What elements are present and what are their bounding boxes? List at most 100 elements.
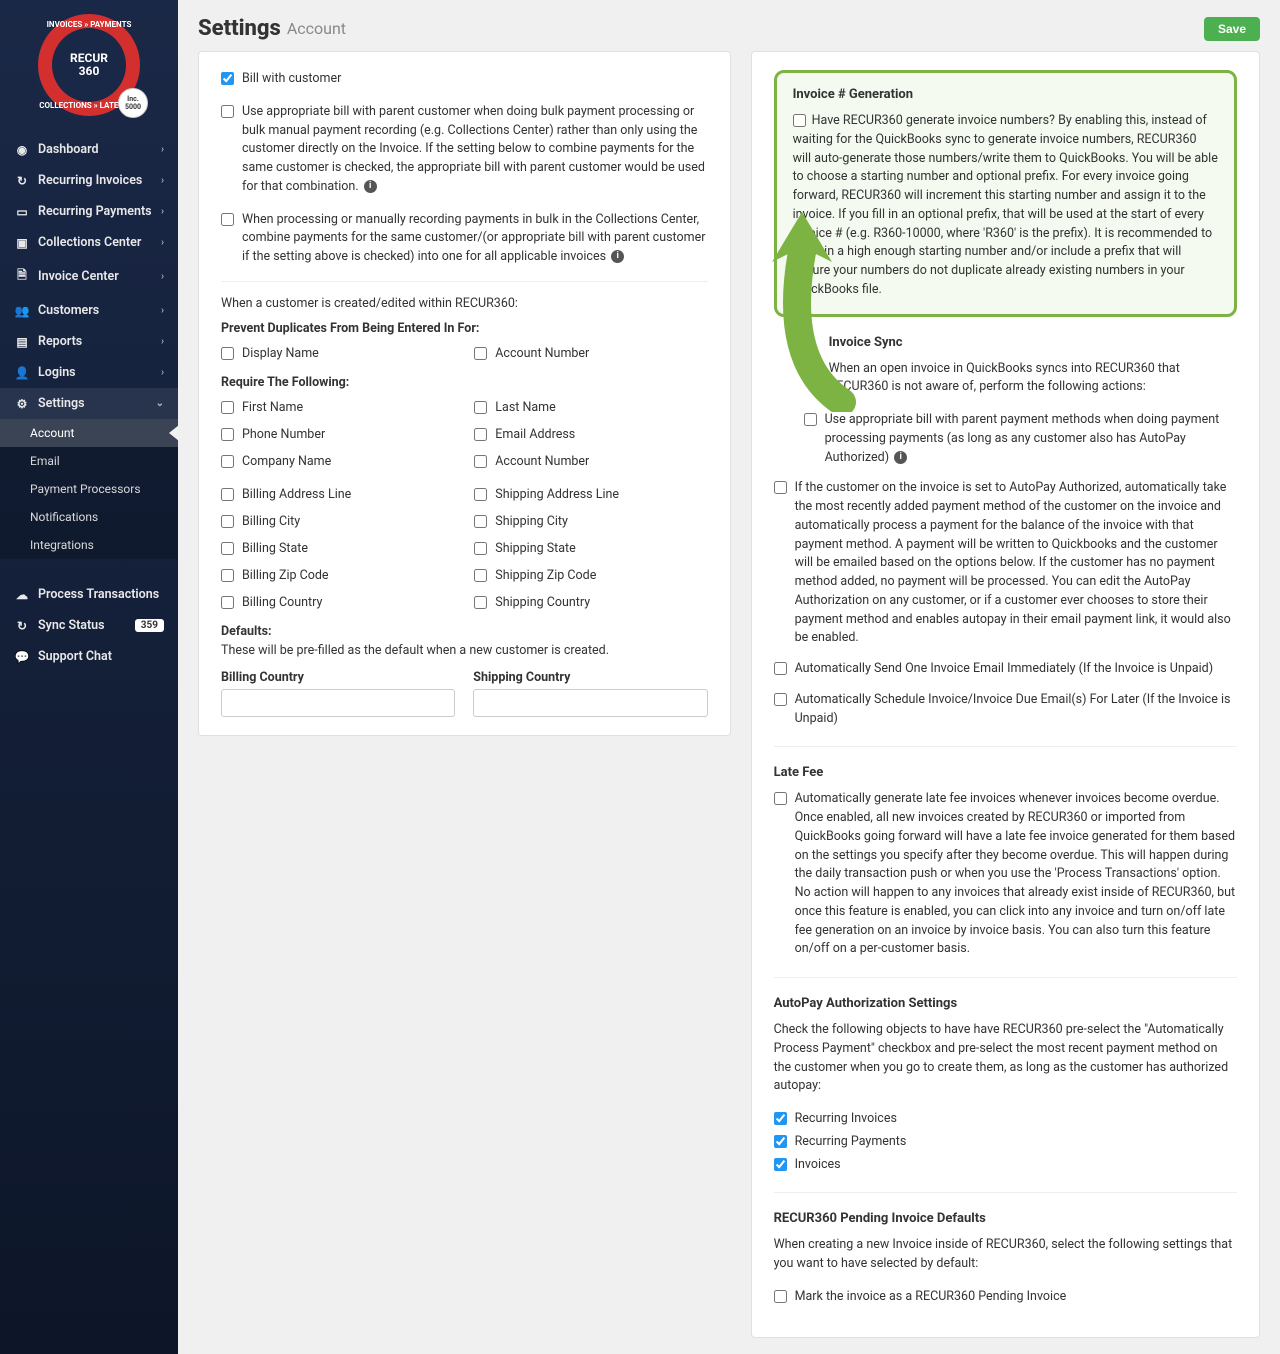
autopay-auto-process-label: If the customer on the invoice is set to… bbox=[795, 479, 1237, 648]
user-plus-icon: 👤 bbox=[14, 366, 30, 380]
req-billing-zip-checkbox[interactable] bbox=[221, 569, 234, 582]
page-subtitle: Account bbox=[287, 19, 346, 38]
req-billing-addr-checkbox[interactable] bbox=[221, 488, 234, 501]
nav-label: Sync Status bbox=[38, 618, 105, 633]
subnav-payment-processors[interactable]: Payment Processors bbox=[0, 475, 178, 503]
nav-customers[interactable]: 👥Customers› bbox=[0, 295, 178, 326]
shipping-country-label: Shipping Country bbox=[473, 670, 707, 685]
auto-schedule-email-checkbox[interactable] bbox=[774, 693, 787, 706]
req-account-number-label: Account Number bbox=[495, 454, 589, 469]
req-shipping-country-checkbox[interactable] bbox=[474, 596, 487, 609]
req-shipping-state-checkbox[interactable] bbox=[474, 542, 487, 555]
shipping-country-input[interactable] bbox=[473, 689, 707, 717]
req-billing-city-label: Billing City bbox=[242, 514, 300, 529]
combine-bulk-payments-checkbox[interactable] bbox=[221, 213, 234, 226]
use-parent-payment-label: Use appropriate bill with parent payment… bbox=[825, 411, 1237, 467]
req-first-name-checkbox[interactable] bbox=[221, 401, 234, 414]
req-account-number-checkbox[interactable] bbox=[474, 455, 487, 468]
dup-display-name-label: Display Name bbox=[242, 346, 319, 361]
nav-label: Recurring Payments bbox=[38, 204, 152, 219]
bill-with-customer-checkbox[interactable] bbox=[221, 72, 234, 85]
req-shipping-zip-checkbox[interactable] bbox=[474, 569, 487, 582]
chevron-right-icon: › bbox=[161, 271, 164, 282]
subnav-notifications[interactable]: Notifications bbox=[0, 503, 178, 531]
invoice-gen-checkbox[interactable] bbox=[793, 114, 806, 127]
req-billing-country-label: Billing Country bbox=[242, 595, 322, 610]
file-icon: 🗎 bbox=[14, 266, 30, 287]
nav-support-chat[interactable]: 💬 Support Chat bbox=[0, 641, 178, 672]
req-billing-zip-label: Billing Zip Code bbox=[242, 568, 329, 583]
use-appropriate-parent-checkbox[interactable] bbox=[221, 105, 234, 118]
billing-country-input[interactable] bbox=[221, 689, 455, 717]
subnav-account[interactable]: Account bbox=[0, 419, 178, 447]
req-shipping-addr-checkbox[interactable] bbox=[474, 488, 487, 501]
nav-label: Collections Center bbox=[38, 235, 141, 250]
pending-defaults-description: When creating a new Invoice inside of RE… bbox=[774, 1236, 1237, 1274]
subnav-email[interactable]: Email bbox=[0, 447, 178, 475]
nav-label: Customers bbox=[38, 303, 99, 318]
info-icon[interactable]: i bbox=[611, 250, 624, 263]
chat-icon: 💬 bbox=[14, 650, 30, 664]
chevron-down-icon: ⌄ bbox=[156, 398, 164, 409]
autopay-recurring-payments-checkbox[interactable] bbox=[774, 1135, 787, 1148]
nav-collections-center[interactable]: ▣Collections Center› bbox=[0, 227, 178, 258]
late-fee-checkbox[interactable] bbox=[774, 792, 787, 805]
autopay-recurring-invoices-checkbox[interactable] bbox=[774, 1112, 787, 1125]
autopay-invoices-checkbox[interactable] bbox=[774, 1158, 787, 1171]
nav-invoice-center[interactable]: 🗎 Invoice Center › bbox=[0, 258, 178, 295]
nav-sync-status[interactable]: ↻Sync Status359 bbox=[0, 610, 178, 641]
autopay-auto-process-checkbox[interactable] bbox=[774, 481, 787, 494]
defaults-heading: Defaults: bbox=[221, 624, 708, 639]
nav-reports[interactable]: ▤Reports› bbox=[0, 326, 178, 357]
nav-dashboard[interactable]: ◉Dashboard› bbox=[0, 134, 178, 165]
req-shipping-zip-label: Shipping Zip Code bbox=[495, 568, 596, 583]
chevron-right-icon: › bbox=[161, 305, 164, 316]
req-billing-country-checkbox[interactable] bbox=[221, 596, 234, 609]
nav-logins[interactable]: 👤Logins› bbox=[0, 357, 178, 388]
req-shipping-addr-label: Shipping Address Line bbox=[495, 487, 619, 502]
info-icon[interactable]: i bbox=[894, 451, 907, 464]
nav-label: Reports bbox=[38, 334, 82, 349]
req-billing-city-checkbox[interactable] bbox=[221, 515, 234, 528]
dup-display-name-checkbox[interactable] bbox=[221, 347, 234, 360]
pending-defaults-heading: RECUR360 Pending Invoice Defaults bbox=[774, 1211, 1237, 1226]
chevron-right-icon: › bbox=[161, 206, 164, 217]
chart-icon: ▤ bbox=[14, 335, 30, 349]
nav-settings[interactable]: ⚙Settings⌄ bbox=[0, 388, 178, 419]
autopay-settings-description: Check the following objects to have have… bbox=[774, 1021, 1237, 1096]
logo: INVOICES » PAYMENTS COLLECTIONS » LATE F… bbox=[0, 0, 178, 134]
req-phone-checkbox[interactable] bbox=[221, 428, 234, 441]
auto-send-email-label: Automatically Send One Invoice Email Imm… bbox=[795, 660, 1214, 679]
save-button[interactable]: Save bbox=[1204, 17, 1260, 41]
subnav-integrations[interactable]: Integrations bbox=[0, 531, 178, 559]
nav-recurring-invoices[interactable]: ↻Recurring Invoices› bbox=[0, 165, 178, 196]
req-billing-state-checkbox[interactable] bbox=[221, 542, 234, 555]
chevron-right-icon: › bbox=[161, 175, 164, 186]
use-parent-payment-checkbox[interactable] bbox=[804, 413, 817, 426]
nav-process-transactions[interactable]: ☁Process Transactions bbox=[0, 579, 178, 610]
dup-account-number-label: Account Number bbox=[495, 346, 589, 361]
req-billing-addr-label: Billing Address Line bbox=[242, 487, 351, 502]
dup-account-number-checkbox[interactable] bbox=[474, 347, 487, 360]
nav-label: Invoice Center bbox=[38, 269, 119, 284]
logo-ring-top: INVOICES » PAYMENTS bbox=[47, 20, 132, 29]
nav-label: Process Transactions bbox=[38, 587, 159, 602]
auto-send-email-checkbox[interactable] bbox=[774, 662, 787, 675]
req-email-checkbox[interactable] bbox=[474, 428, 487, 441]
autopay-recurring-invoices-label: Recurring Invoices bbox=[795, 1110, 897, 1129]
page-title: Settings bbox=[198, 16, 281, 41]
req-shipping-city-checkbox[interactable] bbox=[474, 515, 487, 528]
nav-label: Support Chat bbox=[38, 649, 112, 664]
req-last-name-checkbox[interactable] bbox=[474, 401, 487, 414]
invoice-gen-heading: Invoice # Generation bbox=[793, 87, 1218, 102]
left-panel: Bill with customer Use appropriate bill … bbox=[198, 51, 731, 736]
req-company-checkbox[interactable] bbox=[221, 455, 234, 468]
mark-pending-invoice-checkbox[interactable] bbox=[774, 1290, 787, 1303]
invoice-gen-description: Have RECUR360 generate invoice numbers? … bbox=[793, 113, 1218, 297]
nav-recurring-payments[interactable]: ▭Recurring Payments› bbox=[0, 196, 178, 227]
nav-label: Logins bbox=[38, 365, 76, 380]
use-appropriate-parent-label: Use appropriate bill with parent custome… bbox=[242, 103, 708, 197]
sidebar: INVOICES » PAYMENTS COLLECTIONS » LATE F… bbox=[0, 0, 178, 1354]
info-icon[interactable]: i bbox=[364, 180, 377, 193]
settings-subnav: Account Email Payment Processors Notific… bbox=[0, 419, 178, 559]
